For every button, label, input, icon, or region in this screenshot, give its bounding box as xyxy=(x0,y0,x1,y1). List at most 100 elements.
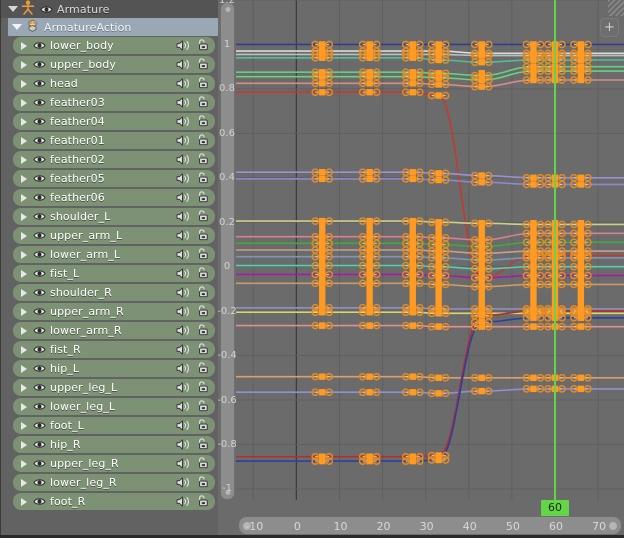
triangle-right-icon[interactable] xyxy=(21,307,27,316)
eye-icon[interactable] xyxy=(33,207,46,226)
speaker-icon[interactable] xyxy=(176,188,191,207)
speaker-icon[interactable] xyxy=(176,131,191,150)
unlocked-padlock-icon[interactable] xyxy=(196,359,209,378)
triangle-right-icon[interactable] xyxy=(21,288,27,297)
unlocked-padlock-icon[interactable] xyxy=(196,245,209,264)
channel-list-region[interactable]: Armature ArmatureAction lower_body upper_bo… xyxy=(0,0,218,538)
eye-icon[interactable] xyxy=(33,169,46,188)
speaker-icon[interactable] xyxy=(176,359,191,378)
triangle-right-icon[interactable] xyxy=(21,402,27,411)
speaker-icon[interactable] xyxy=(176,150,191,169)
triangle-right-icon[interactable] xyxy=(21,41,27,50)
eye-icon[interactable] xyxy=(33,492,46,511)
eye-icon[interactable] xyxy=(33,321,46,340)
triangle-right-icon[interactable] xyxy=(21,459,27,468)
triangle-right-icon[interactable] xyxy=(21,174,27,183)
playhead-frame-label[interactable]: 60 xyxy=(541,500,570,516)
unlocked-padlock-icon[interactable] xyxy=(196,131,209,150)
channel-row[interactable]: fist_R xyxy=(13,341,215,358)
triangle-right-icon[interactable] xyxy=(21,269,27,278)
unlocked-padlock-icon[interactable] xyxy=(196,321,209,340)
eye-icon[interactable] xyxy=(33,55,46,74)
eye-icon[interactable] xyxy=(33,397,46,416)
channel-row[interactable]: shoulder_L xyxy=(13,208,215,225)
channel-row[interactable]: lower_leg_L xyxy=(13,398,215,415)
eye-icon[interactable] xyxy=(33,454,46,473)
speaker-icon[interactable] xyxy=(176,36,191,55)
speaker-icon[interactable] xyxy=(176,340,191,359)
unlocked-padlock-icon[interactable] xyxy=(196,492,209,511)
curve-canvas[interactable] xyxy=(236,0,624,500)
channel-row[interactable]: upper_arm_R xyxy=(13,303,215,320)
triangle-right-icon[interactable] xyxy=(21,497,27,506)
eye-icon[interactable] xyxy=(33,264,46,283)
triangle-right-icon[interactable] xyxy=(21,421,27,430)
speaker-icon[interactable] xyxy=(176,416,191,435)
eye-icon[interactable] xyxy=(33,131,46,150)
eye-icon[interactable] xyxy=(33,74,46,93)
channel-row[interactable]: upper_body xyxy=(13,56,215,73)
eye-icon[interactable] xyxy=(33,416,46,435)
triangle-right-icon[interactable] xyxy=(21,250,27,259)
channel-action-row-armatureaction[interactable]: ArmatureAction xyxy=(8,18,218,36)
graph-view-region[interactable]: 60 -10 0 10 20 30 40 50 60 70 + 1.2 1 0.8 0.6 0.4 0.2… xyxy=(218,0,624,538)
unlocked-padlock-icon[interactable] xyxy=(196,435,209,454)
channel-row[interactable]: upper_arm_L xyxy=(13,227,215,244)
triangle-right-icon[interactable] xyxy=(21,193,27,202)
speaker-icon[interactable] xyxy=(176,55,191,74)
unlocked-padlock-icon[interactable] xyxy=(196,188,209,207)
channel-row[interactable]: head xyxy=(13,75,215,92)
speaker-icon[interactable] xyxy=(176,302,191,321)
speaker-icon[interactable] xyxy=(176,378,191,397)
speaker-icon[interactable] xyxy=(176,321,191,340)
unlocked-padlock-icon[interactable] xyxy=(196,55,209,74)
unlocked-padlock-icon[interactable] xyxy=(196,226,209,245)
channel-row[interactable]: fist_L xyxy=(13,265,215,282)
triangle-right-icon[interactable] xyxy=(21,440,27,449)
unlocked-padlock-icon[interactable] xyxy=(196,169,209,188)
speaker-icon[interactable] xyxy=(176,283,191,302)
unlocked-padlock-icon[interactable] xyxy=(196,378,209,397)
unlocked-padlock-icon[interactable] xyxy=(196,264,209,283)
channel-row[interactable]: foot_R xyxy=(13,493,215,510)
channel-row[interactable]: upper_leg_L xyxy=(13,379,215,396)
speaker-icon[interactable] xyxy=(176,264,191,283)
triangle-right-icon[interactable] xyxy=(21,155,27,164)
unlocked-padlock-icon[interactable] xyxy=(196,454,209,473)
channel-row[interactable]: shoulder_R xyxy=(13,284,215,301)
channel-row[interactable]: hip_L xyxy=(13,360,215,377)
speaker-icon[interactable] xyxy=(176,74,191,93)
unlocked-padlock-icon[interactable] xyxy=(196,473,209,492)
horizontal-scrollbar[interactable]: -10 0 10 20 30 40 50 60 70 xyxy=(238,516,622,535)
unlocked-padlock-icon[interactable] xyxy=(196,150,209,169)
speaker-icon[interactable] xyxy=(176,93,191,112)
triangle-right-icon[interactable] xyxy=(21,345,27,354)
channel-row[interactable]: feather02 xyxy=(13,151,215,168)
unlocked-padlock-icon[interactable] xyxy=(196,93,209,112)
eye-icon[interactable] xyxy=(33,150,46,169)
triangle-right-icon[interactable] xyxy=(21,364,27,373)
channel-row[interactable]: feather01 xyxy=(13,132,215,149)
eye-icon[interactable] xyxy=(33,93,46,112)
speaker-icon[interactable] xyxy=(176,473,191,492)
unlocked-padlock-icon[interactable] xyxy=(196,397,209,416)
triangle-down-icon[interactable] xyxy=(8,6,18,12)
eye-icon[interactable] xyxy=(40,0,53,19)
triangle-right-icon[interactable] xyxy=(21,383,27,392)
unlocked-padlock-icon[interactable] xyxy=(196,302,209,321)
eye-icon[interactable] xyxy=(33,283,46,302)
triangle-right-icon[interactable] xyxy=(21,117,27,126)
speaker-icon[interactable] xyxy=(176,226,191,245)
eye-icon[interactable] xyxy=(33,378,46,397)
eye-icon[interactable] xyxy=(33,245,46,264)
unlocked-padlock-icon[interactable] xyxy=(196,283,209,302)
channel-row[interactable]: feather05 xyxy=(13,170,215,187)
channel-row[interactable]: feather06 xyxy=(13,189,215,206)
triangle-right-icon[interactable] xyxy=(21,231,27,240)
channel-row[interactable]: lower_body xyxy=(13,37,215,54)
speaker-icon[interactable] xyxy=(176,245,191,264)
speaker-icon[interactable] xyxy=(176,207,191,226)
eye-icon[interactable] xyxy=(33,473,46,492)
channel-object-row-armature[interactable]: Armature xyxy=(0,0,218,18)
speaker-icon[interactable] xyxy=(176,454,191,473)
